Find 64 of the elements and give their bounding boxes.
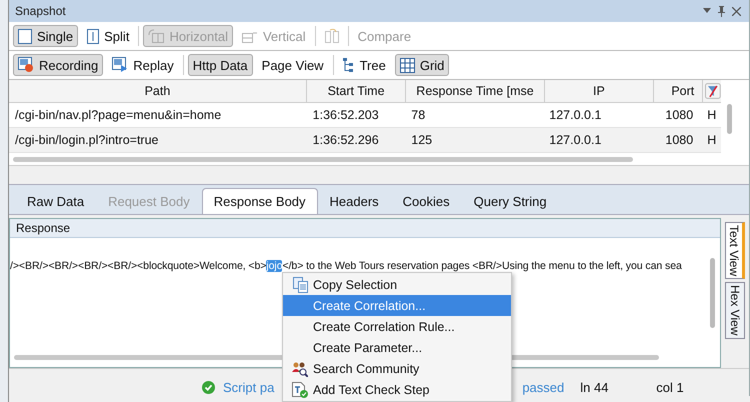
status-message: Script pa <box>223 380 274 394</box>
menu-item[interactable]: Search Community <box>283 358 511 379</box>
pin-icon[interactable] <box>718 6 725 16</box>
swap-icon <box>324 28 339 44</box>
column-header[interactable]: Response Time [mse <box>406 80 545 102</box>
column-header[interactable]: IP <box>544 80 654 102</box>
table-cell-text: H <box>706 133 718 147</box>
toolbar-button[interactable]: Single <box>13 25 78 47</box>
table-cell-text: 1:36:52.296 <box>312 133 380 147</box>
tab[interactable]: Query String <box>462 188 559 214</box>
copy-icon <box>292 276 308 292</box>
response-text: /><BR/><BR/><BR/><BR/><blockquote>Welcome, <b>jojo</b> to the Web Tours reservation pages <BR/>Using the menu to the left, you can sea <box>10 260 683 272</box>
view-tab[interactable]: Text View <box>725 222 745 280</box>
close-icon[interactable] <box>732 6 741 16</box>
toolbar-button[interactable]: Recording <box>13 54 104 76</box>
table-cell-text: /cgi-bin/nav.pl?page=menu&in=home <box>14 108 222 122</box>
menu-item[interactable]: Copy Selection <box>283 274 511 295</box>
column-header[interactable]: Port <box>654 80 704 102</box>
tab[interactable]: Cookies <box>390 188 462 214</box>
toolbar-button[interactable]: Http Data <box>188 54 253 76</box>
table-cell-text: 1:36:52.203 <box>312 108 380 122</box>
tab[interactable]: Headers <box>318 188 391 214</box>
people-search-icon <box>292 360 308 376</box>
toolbar-button[interactable]: Split <box>82 25 134 47</box>
column-number: col 1 <box>656 380 685 394</box>
menu-item[interactable]: Create Correlation... <box>283 295 511 316</box>
status-message: passed <box>522 380 564 394</box>
menu-item[interactable]: Create Correlation Rule... <box>283 316 511 337</box>
split-pane-icon <box>87 28 100 44</box>
table-cell-text: 1080 <box>664 133 694 147</box>
table-cell-text: 125 <box>410 133 434 147</box>
tab[interactable]: Raw Data <box>15 188 96 214</box>
menu-item[interactable]: Create Parameter... <box>283 337 511 358</box>
view-tab[interactable]: Hex View <box>725 282 745 339</box>
window-title: Snapshot <box>15 4 66 18</box>
table-cell-text: /cgi-bin/login.pl?intro=true <box>14 133 160 147</box>
tab[interactable]: Response Body <box>202 188 318 214</box>
selected-text: jojo <box>266 260 282 272</box>
pane-title: Response <box>16 221 70 235</box>
grid-icon <box>400 58 415 72</box>
single-pane-icon <box>18 28 32 44</box>
table-row[interactable]: /cgi-bin/login.pl?intro=true 1:36:52.296 125 127.0.0.1 1080 H <box>9 128 721 153</box>
menu-item[interactable]: Add Text Check Step <box>283 379 511 400</box>
line-number: ln 44 <box>580 380 610 394</box>
toolbar-button[interactable]: Grid <box>394 54 450 76</box>
recording-icon <box>18 57 34 73</box>
tree-icon <box>342 58 355 72</box>
check-icon <box>202 380 215 394</box>
filter-icon[interactable] <box>705 83 722 99</box>
column-header[interactable]: Path <box>9 80 307 102</box>
table-cell-text: 127.0.0.1 <box>548 108 602 122</box>
dropdown-icon[interactable] <box>703 8 711 14</box>
toolbar-button[interactable]: Tree <box>338 54 391 76</box>
table-cell-text: H <box>706 108 718 122</box>
table-cell-text: 127.0.0.1 <box>548 133 602 147</box>
horizontal-layout-icon <box>148 29 164 43</box>
table-cell-text: 1080 <box>664 108 694 122</box>
splitter-handle[interactable] <box>9 166 749 185</box>
table-cell-text: 78 <box>410 108 426 122</box>
column-header[interactable]: Start Time <box>306 80 406 102</box>
document-check-icon <box>292 382 308 398</box>
toolbar-button[interactable]: Replay <box>107 54 179 76</box>
toolbar-button[interactable]: Page View <box>256 54 329 76</box>
replay-icon <box>112 57 128 73</box>
